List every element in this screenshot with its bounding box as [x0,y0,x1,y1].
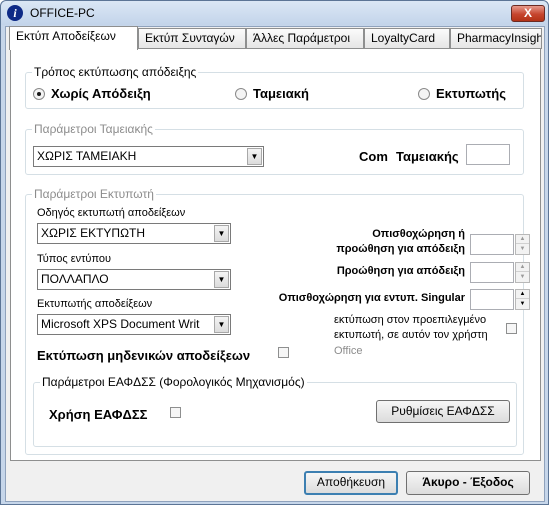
chevron-down-icon[interactable]: ▼ [214,225,229,242]
radio-cash-register[interactable] [235,88,247,100]
printer-driver-label: Οδηγός εκτυπωτή αποδείξεων [37,207,186,219]
info-icon: i [7,5,23,21]
radio-printer-label[interactable]: Εκτυπωτής [436,86,506,101]
spin-up-icon[interactable]: ▲ [516,290,529,299]
default-printer-checkbox[interactable] [506,323,517,334]
spin-up-icon[interactable]: ▲ [516,263,529,272]
backfeed-input[interactable] [470,234,514,255]
printer-driver-value: ΧΩΡΙΣ ΕΚΤΥΠΩΤΗ [41,226,146,240]
tab-prescription-printing[interactable]: Εκτύπ Συνταγών [138,28,246,49]
tab-other-parameters[interactable]: Άλλες Παράμετροι [246,28,364,49]
form-type-select[interactable]: ΠΟΛΛΑΠΛΟ ▼ [37,269,231,290]
close-button[interactable]: X [511,5,545,22]
tab-pharmacyinsight[interactable]: PharmacyInsight [450,28,542,49]
forward-input[interactable] [470,262,514,283]
receipt-printer-value: Microsoft XPS Document Writ [41,317,200,331]
title-bar[interactable]: i OFFICE-PC X [1,1,548,25]
radio-no-receipt-label[interactable]: Χωρίς Απόδειξη [51,86,151,101]
spin-up-icon[interactable]: ▲ [516,235,529,244]
cash-register-com-label: Ταμειακής [396,149,459,164]
singular-backfeed-input[interactable] [470,289,514,310]
backfeed-spinner[interactable]: ▲ ▼ [515,234,530,255]
spin-down-icon[interactable]: ▼ [516,300,529,309]
backfeed-label-line2: προώθηση για απόδειξη [336,243,465,255]
dialog-client-area: Εκτύπ Αποδείξεων Εκτύπ Συνταγών Άλλες Πα… [5,26,545,502]
radio-no-receipt[interactable] [33,88,45,100]
form-type-label: Τύπος εντύπου [37,253,112,265]
singular-backfeed-spinner[interactable]: ▲ ▼ [515,289,530,310]
eafdss-use-checkbox[interactable] [170,407,181,418]
window-title: OFFICE-PC [30,6,95,20]
eafdss-use-label: Χρήση ΕΑΦΔΣΣ [49,407,148,422]
singular-backfeed-label: Οπισθοχώρηση για εντυπ. Singular [278,292,465,304]
printer-params-group-title: Παράμετροι Εκτυπωτή [32,187,156,201]
radio-printer[interactable] [418,88,430,100]
zero-receipts-checkbox[interactable] [278,347,289,358]
cash-register-group-title: Παράμετροι Ταμειακής [32,122,155,136]
tab-loyaltycard[interactable]: LoyaltyCard [364,28,450,49]
default-printer-label-line1: εκτύπωση στον προεπιλεγμένο [334,314,487,326]
cancel-exit-button[interactable]: Άκυρο - Έξοδος [406,471,530,495]
forward-label: Προώθηση για απόδειξη [336,265,465,277]
cash-register-select[interactable]: ΧΩΡΙΣ ΤΑΜΕΙΑΚΗ ▼ [33,146,264,167]
chevron-down-icon[interactable]: ▼ [214,316,229,333]
form-type-value: ΠΟΛΛΑΠΛΟ [41,272,109,286]
zero-receipts-label: Εκτύπωση μηδενικών αποδείξεων [37,348,251,363]
receipt-printer-label: Εκτυπωτής αποδείξεων [37,298,153,310]
spin-down-icon[interactable]: ▼ [516,245,529,254]
backfeed-label-line1: Οπισθοχώρηση ή [372,228,465,240]
default-printer-label-line2: εκτυπωτή, σε αυτόν τον χρήστη [334,329,488,341]
cash-register-select-value: ΧΩΡΙΣ ΤΑΜΕΙΑΚΗ [37,149,137,163]
com-port-input[interactable] [466,144,510,165]
save-button[interactable]: Αποθήκευση [304,471,398,495]
tab-panel-receipt-printing: Τρόπος εκτύπωσης απόδειξης Χωρίς Απόδειξ… [10,48,541,461]
default-printer-label-line3: Office [334,345,363,357]
main-window: i OFFICE-PC X Εκτύπ Αποδείξεων Εκτύπ Συν… [0,0,549,505]
chevron-down-icon[interactable]: ▼ [247,148,262,165]
eafdss-group-title: Παράμετροι ΕΑΦΔΣΣ (Φορολογικός Μηχανισμό… [40,375,307,389]
eafdss-settings-button[interactable]: Ρυθμίσεις ΕΑΦΔΣΣ [376,400,510,423]
spin-down-icon[interactable]: ▼ [516,273,529,282]
print-mode-group-title: Τρόπος εκτύπωσης απόδειξης [32,65,199,79]
com-label: Com [359,149,388,164]
forward-spinner[interactable]: ▲ ▼ [515,262,530,283]
receipt-printer-select[interactable]: Microsoft XPS Document Writ ▼ [37,314,231,335]
chevron-down-icon[interactable]: ▼ [214,271,229,288]
radio-cash-register-label[interactable]: Ταμειακή [253,86,309,101]
tab-receipt-printing[interactable]: Εκτύπ Αποδείξεων [9,26,138,50]
printer-driver-select[interactable]: ΧΩΡΙΣ ΕΚΤΥΠΩΤΗ ▼ [37,223,231,244]
